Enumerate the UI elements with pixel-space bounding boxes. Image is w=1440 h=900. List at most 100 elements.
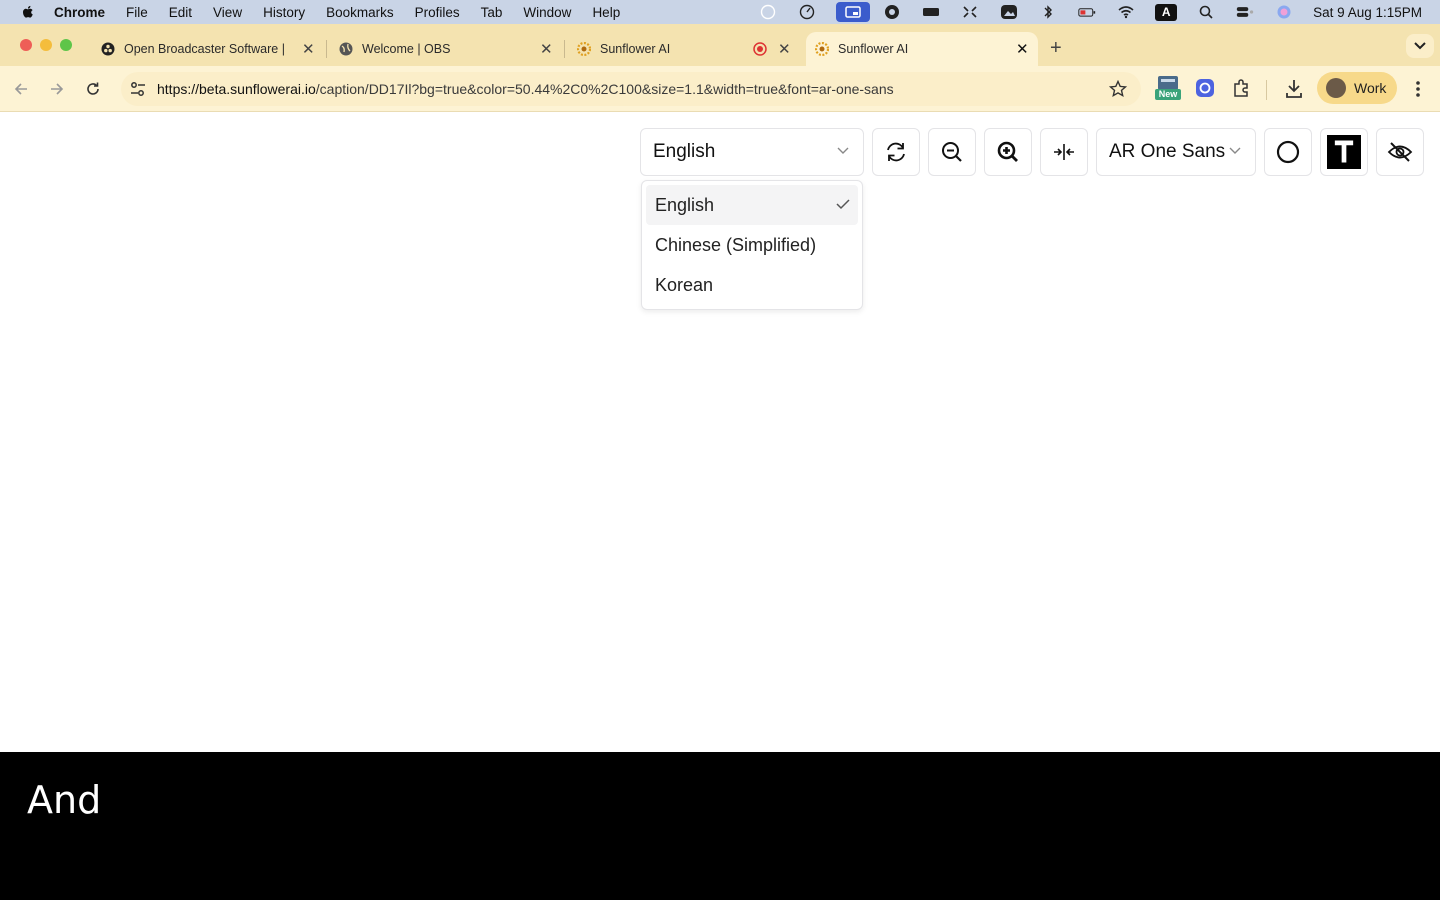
- close-tab-icon[interactable]: ✕: [540, 40, 553, 58]
- macos-menu-bar: Chrome File Edit View History Bookmarks …: [0, 0, 1440, 24]
- globe-favicon-icon: [339, 42, 353, 56]
- refresh-icon: [887, 142, 905, 162]
- chevron-down-icon: [1414, 42, 1426, 50]
- eye-off-icon: [1387, 142, 1413, 162]
- language-select[interactable]: English: [640, 128, 864, 176]
- zoom-in-button[interactable]: [984, 128, 1032, 176]
- avatar: [1326, 78, 1346, 98]
- battery-app-icon[interactable]: [921, 4, 941, 20]
- bluetooth-icon[interactable]: [1038, 4, 1058, 20]
- profile-button[interactable]: Work: [1317, 72, 1397, 104]
- screen-share-icon[interactable]: [836, 2, 871, 22]
- purple-extension-icon: [1196, 79, 1214, 97]
- language-dropdown-menu: English Chinese (Simplified) Korean: [641, 180, 863, 310]
- background-color-button[interactable]: [1264, 128, 1312, 176]
- new-extension-button[interactable]: New: [1155, 76, 1181, 102]
- caption-text: And: [27, 778, 102, 822]
- bookmark-star-icon[interactable]: [1109, 80, 1127, 98]
- close-window-button[interactable]: [20, 39, 32, 51]
- control-center-icon[interactable]: [1235, 4, 1255, 20]
- check-icon: [836, 199, 850, 210]
- new-tab-button[interactable]: +: [1050, 37, 1062, 60]
- option-label: English: [655, 194, 715, 215]
- tab-search-button[interactable]: [1406, 34, 1434, 58]
- text-t-icon: [1327, 135, 1361, 169]
- menu-profiles[interactable]: Profiles: [415, 5, 460, 20]
- site-settings-icon[interactable]: [129, 80, 147, 98]
- downloads-button[interactable]: [1284, 78, 1304, 105]
- option-label: Chinese (Simplified): [655, 234, 817, 255]
- reload-icon: [87, 82, 99, 95]
- download-icon: [1286, 80, 1302, 98]
- zoom-in-icon: [997, 141, 1018, 162]
- sunflower-favicon-icon: [577, 42, 591, 56]
- chrome-menu-button[interactable]: [1410, 79, 1426, 104]
- caption-page: English AR One Sans English Chinese (Sim…: [0, 112, 1440, 752]
- browser-toolbar: https://beta.sunflowerai.io/caption/DD17…: [0, 66, 1440, 112]
- menu-tab[interactable]: Tab: [481, 5, 503, 20]
- tab-welcome-obs[interactable]: Welcome | OBS ✕: [330, 32, 562, 66]
- recording-indicator-icon: [753, 42, 767, 56]
- tab-title: Welcome | OBS: [362, 42, 451, 56]
- address-bar[interactable]: https://beta.sunflowerai.io/caption/DD17…: [121, 72, 1141, 106]
- tab-sunflower-ai-recording[interactable]: Sunflower AI ✕: [568, 32, 800, 66]
- forward-button[interactable]: [46, 78, 68, 100]
- arrow-right-icon: [51, 83, 64, 95]
- chat-app-icon[interactable]: [882, 4, 902, 20]
- text-color-button[interactable]: [1320, 128, 1368, 176]
- wifi-icon[interactable]: [1116, 4, 1136, 20]
- collapse-horizontal-icon: [1054, 144, 1074, 160]
- width-toggle-button[interactable]: [1040, 128, 1088, 176]
- caption-display: And: [0, 752, 1440, 900]
- photos-app-icon[interactable]: [999, 4, 1019, 20]
- menu-chrome[interactable]: Chrome: [54, 5, 105, 20]
- maximize-window-button[interactable]: [60, 39, 72, 51]
- toolbar-divider: [1266, 80, 1267, 100]
- battery-icon[interactable]: [1077, 4, 1097, 20]
- circle-icon: [1276, 140, 1300, 164]
- hide-controls-button[interactable]: [1376, 128, 1424, 176]
- tab-obs-software[interactable]: Open Broadcaster Software | ✕: [92, 32, 324, 66]
- extensions-button[interactable]: [1231, 78, 1251, 103]
- chevron-down-icon: [1229, 147, 1241, 154]
- menu-bar-clock[interactable]: Sat 9 Aug 1:15PM: [1313, 5, 1422, 20]
- font-select[interactable]: AR One Sans: [1096, 128, 1256, 176]
- browser-tab-strip: Open Broadcaster Software | ✕ Welcome | …: [0, 24, 1440, 66]
- tab-title: Open Broadcaster Software |: [124, 42, 285, 56]
- language-option-english[interactable]: English: [646, 185, 858, 225]
- new-badge: New: [1155, 89, 1181, 100]
- menu-file[interactable]: File: [126, 5, 148, 20]
- back-button[interactable]: [10, 78, 32, 100]
- reset-button[interactable]: [872, 128, 920, 176]
- menu-view[interactable]: View: [213, 5, 242, 20]
- tab-sunflower-ai-active[interactable]: Sunflower AI ✕: [806, 32, 1038, 66]
- url-path: /caption/DD17Il?bg=true&color=50.44%2C0%…: [315, 81, 894, 97]
- option-label: Korean: [655, 274, 714, 295]
- circle-status-icon[interactable]: [758, 4, 778, 20]
- reload-button[interactable]: [82, 78, 104, 100]
- language-option-chinese-simplified[interactable]: Chinese (Simplified): [646, 225, 858, 265]
- keyboard-input-icon[interactable]: A: [1155, 3, 1178, 21]
- focus-icon[interactable]: [960, 4, 980, 20]
- timer-icon[interactable]: [797, 4, 817, 20]
- font-select-value: AR One Sans: [1109, 141, 1226, 162]
- extension-button[interactable]: [1195, 78, 1215, 103]
- close-tab-icon[interactable]: ✕: [1016, 40, 1029, 58]
- url-domain: https://beta.sunflowerai.io: [157, 81, 316, 97]
- spotlight-search-icon[interactable]: [1196, 4, 1216, 20]
- language-option-korean[interactable]: Korean: [646, 265, 858, 305]
- menu-edit[interactable]: Edit: [169, 5, 192, 20]
- menu-bookmarks[interactable]: Bookmarks: [326, 5, 394, 20]
- close-tab-icon[interactable]: ✕: [778, 40, 791, 58]
- siri-icon[interactable]: [1274, 4, 1294, 20]
- minimize-window-button[interactable]: [40, 39, 52, 51]
- zoom-out-icon: [942, 142, 962, 162]
- close-tab-icon[interactable]: ✕: [302, 40, 315, 58]
- apple-icon[interactable]: [20, 4, 36, 20]
- menu-history[interactable]: History: [263, 5, 305, 20]
- menu-window[interactable]: Window: [523, 5, 571, 20]
- zoom-out-button[interactable]: [928, 128, 976, 176]
- tab-separator: [564, 40, 565, 58]
- language-select-value: English: [653, 141, 716, 162]
- menu-help[interactable]: Help: [592, 5, 620, 20]
